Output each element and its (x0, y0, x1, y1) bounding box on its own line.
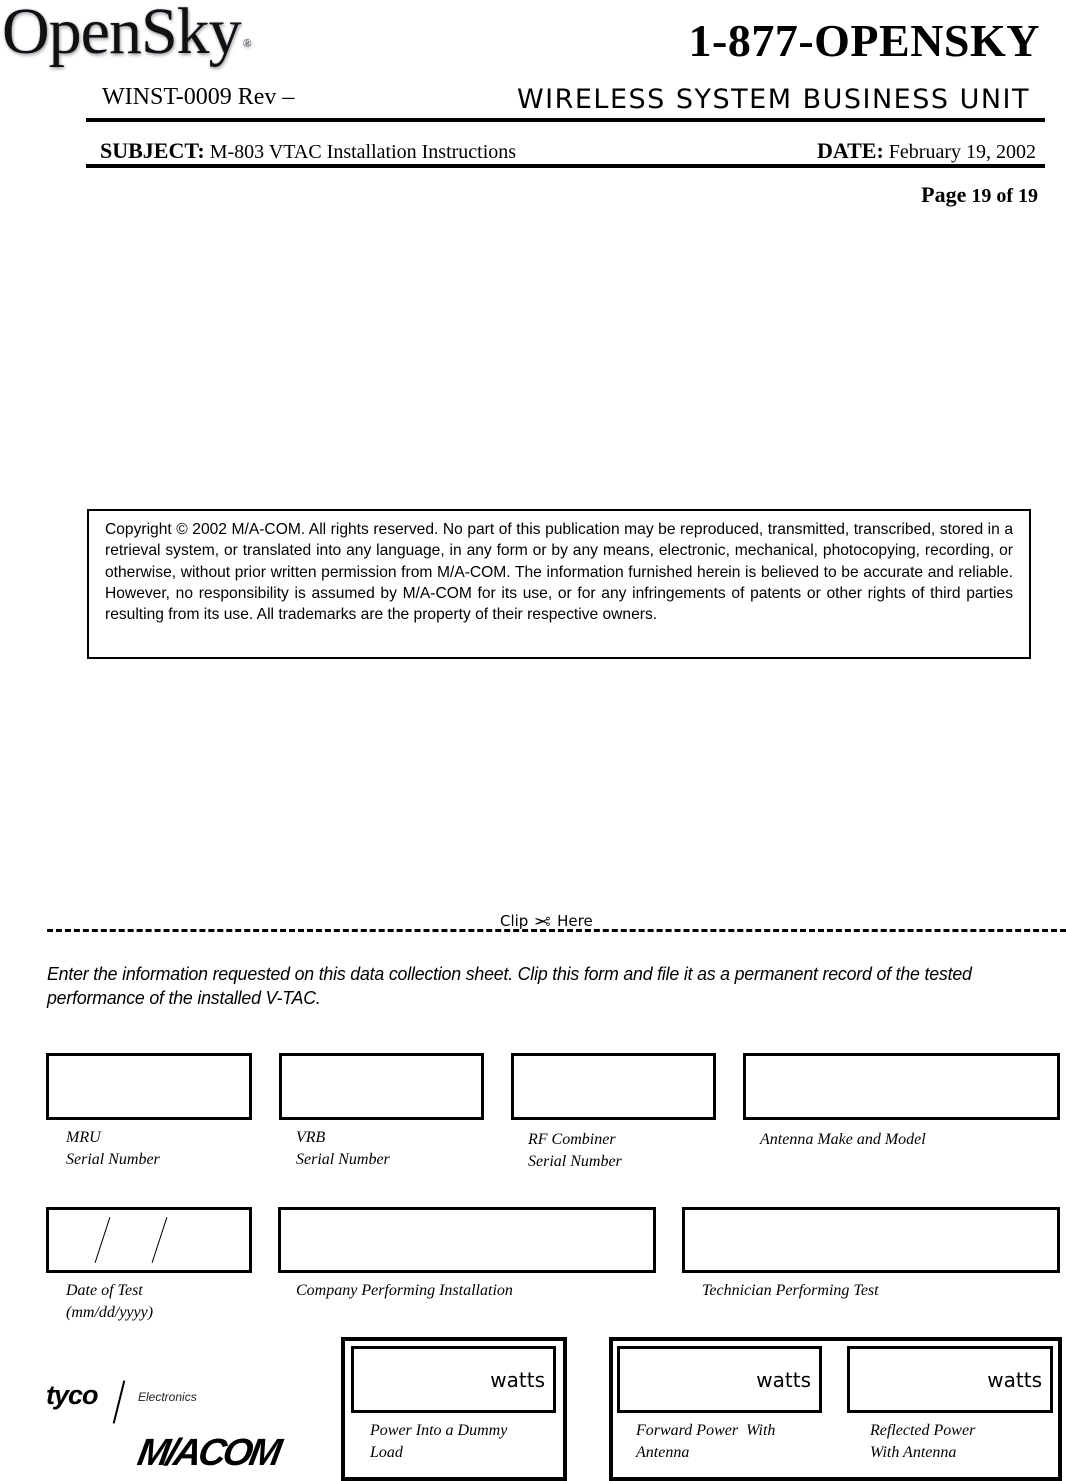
page-current: 19 (971, 185, 992, 207)
registered-mark: ® (242, 36, 252, 50)
logo-text: OpenSky (2, 0, 242, 68)
clip-text: Clip (500, 912, 529, 930)
antenna-make-model-field[interactable] (743, 1053, 1060, 1120)
vrb-serial-label: VRB Serial Number (296, 1127, 390, 1171)
subject-value: M-803 VTAC Installation Instructions (209, 141, 517, 163)
mru-serial-field[interactable] (46, 1053, 252, 1120)
label-line: Load (370, 1444, 403, 1461)
label-line: With Antenna (870, 1444, 957, 1461)
here-text: Here (557, 912, 593, 930)
page-total: 19 (1018, 185, 1038, 207)
subject-rule (86, 164, 1045, 168)
date-of-test-field[interactable] (46, 1207, 252, 1273)
rf-combiner-serial-field[interactable] (511, 1053, 716, 1120)
subject-line: SUBJECT: M-803 VTAC Installation Instruc… (100, 138, 516, 164)
dummy-load-power-label: Power Into a Dummy Load (370, 1420, 507, 1464)
forward-power-label: Forward Power With Antenna (636, 1420, 775, 1464)
label-line: Serial Number (528, 1153, 622, 1170)
cut-line (47, 929, 1066, 932)
rf-combiner-serial-label: RF Combiner Serial Number (528, 1129, 622, 1173)
reflected-power-label: Reflected Power With Antenna (870, 1420, 975, 1464)
label-line: MRU (66, 1129, 101, 1146)
dummy-load-power-field[interactable]: watts (351, 1346, 556, 1413)
label-line: Antenna Make and Model (760, 1131, 926, 1148)
subject-label: SUBJECT: (100, 138, 205, 163)
technician-label: Technician Performing Test (702, 1280, 879, 1302)
label-line: Company Performing Installation (296, 1282, 513, 1299)
date-label: DATE: (816, 138, 884, 163)
label-line: (mm/dd/yyyy) (66, 1304, 154, 1321)
page-of: of (996, 185, 1013, 207)
macom-logo: M/ACOM (134, 1432, 283, 1474)
copyright-box: Copyright © 2002 M/A-COM. All rights res… (87, 509, 1031, 659)
label-line: VRB (296, 1129, 326, 1146)
watts-unit: watts (490, 1367, 545, 1392)
company-installation-label: Company Performing Installation (296, 1280, 513, 1302)
tyco-logo-divider (112, 1380, 126, 1424)
copyright-text: Copyright © 2002 M/A-COM. All rights res… (105, 521, 1013, 624)
business-unit: WIRELESS SYSTEM BUSINESS UNIT (516, 84, 1030, 115)
date-of-test-label: Date of Test (mm/dd/yyyy) (66, 1280, 153, 1324)
label-line: Serial Number (296, 1151, 390, 1168)
label-line: Date of Test (66, 1282, 143, 1299)
tyco-electronics-text: Electronics (138, 1390, 197, 1404)
label-line: Forward Power With (636, 1422, 776, 1439)
label-line: Technician Performing Test (702, 1282, 879, 1299)
watts-unit: watts (987, 1367, 1042, 1392)
watts-unit: watts (756, 1367, 811, 1392)
label-line: RF Combiner (528, 1131, 616, 1148)
mru-serial-label: MRU Serial Number (66, 1127, 160, 1171)
antenna-make-model-label: Antenna Make and Model (760, 1129, 926, 1151)
page-label: Page (921, 182, 967, 207)
header-rule (86, 118, 1045, 122)
clip-here-label: Clip ✂ Here (500, 907, 593, 933)
vrb-serial-field[interactable] (279, 1053, 484, 1120)
forward-power-field[interactable]: watts (617, 1346, 822, 1413)
technician-field[interactable] (682, 1207, 1060, 1273)
label-line: Reflected Power (870, 1422, 976, 1439)
date-separator (94, 1217, 111, 1263)
page-indicator: Page 19 of 19 (921, 182, 1038, 208)
label-line: Antenna (636, 1444, 690, 1461)
tyco-logo: tyco (46, 1380, 99, 1410)
label-line: Power Into a Dummy (370, 1422, 508, 1439)
instructions-text: Enter the information requested on this … (47, 963, 972, 1008)
label-line: Serial Number (66, 1151, 160, 1168)
date-value: February 19, 2002 (888, 141, 1036, 163)
company-installation-field[interactable] (278, 1207, 656, 1273)
date-line: DATE: February 19, 2002 (817, 138, 1036, 164)
opensky-logo: OpenSky ® (2, 0, 252, 70)
reflected-power-field[interactable]: watts (847, 1346, 1053, 1413)
document-number: WINST-0009 Rev – (102, 84, 295, 110)
phone-number: 1-877-OPENSKY (688, 15, 1040, 66)
date-separator (151, 1217, 168, 1263)
